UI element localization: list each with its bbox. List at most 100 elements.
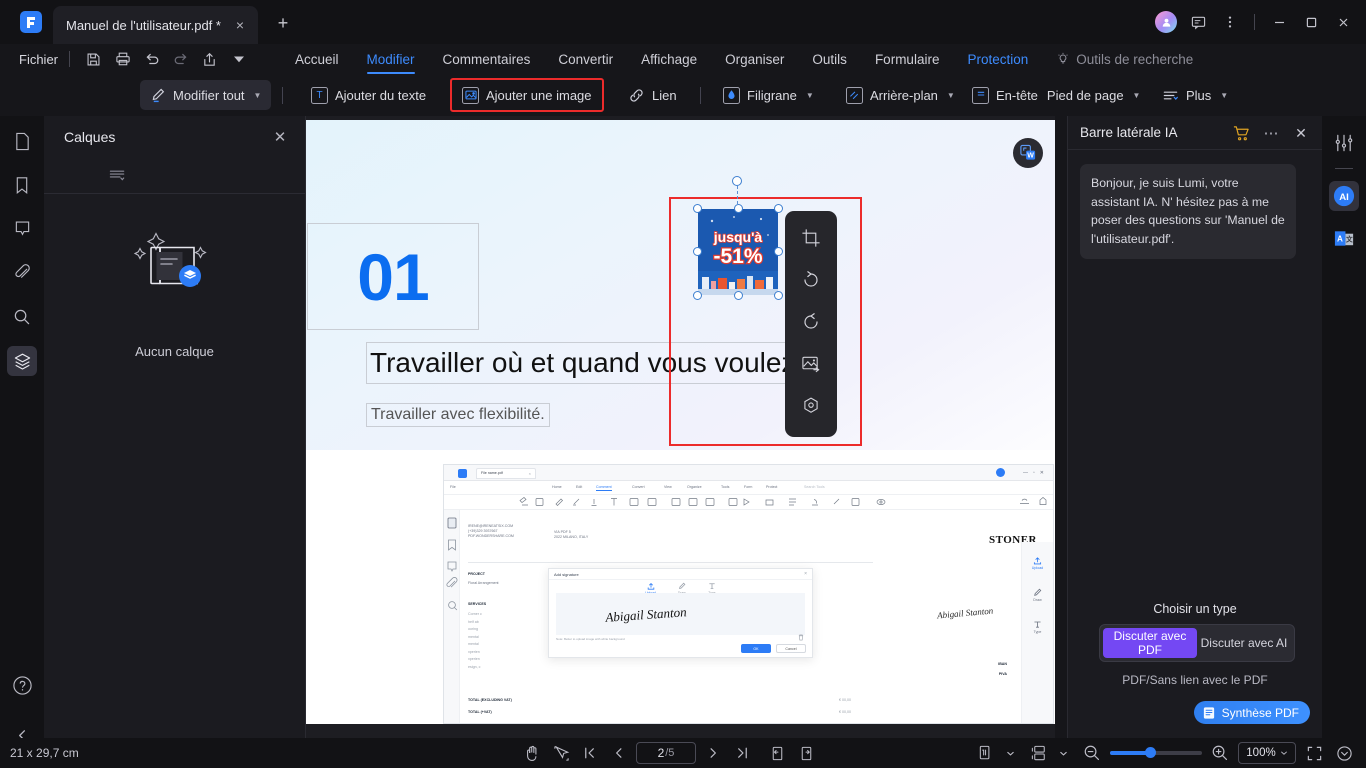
more-button[interactable]: Plus ▼ bbox=[1152, 80, 1238, 110]
ribbon-tab-protection[interactable]: Protection bbox=[953, 44, 1042, 74]
ribbon-tab-accueil[interactable]: Accueil bbox=[281, 44, 353, 74]
print-icon[interactable] bbox=[109, 46, 136, 72]
sidebar-item-thumbnails[interactable] bbox=[7, 126, 37, 156]
rotate-right-icon[interactable] bbox=[798, 309, 824, 335]
zoom-in-icon[interactable] bbox=[1208, 742, 1232, 764]
signature-canvas[interactable]: Abigail Stanton bbox=[556, 593, 805, 635]
embedded-type-tool[interactable]: Type bbox=[1033, 620, 1042, 634]
ribbon-tab-commentaires[interactable]: Commentaires bbox=[429, 44, 545, 74]
redo-icon[interactable] bbox=[167, 46, 194, 72]
ribbon-tab-affichage[interactable]: Affichage bbox=[627, 44, 711, 74]
maximize-button[interactable] bbox=[1296, 7, 1326, 37]
last-page-icon[interactable] bbox=[730, 742, 754, 764]
expand-bottom-icon[interactable] bbox=[1332, 742, 1356, 764]
add-text-button[interactable]: T Ajouter du texte bbox=[301, 80, 436, 110]
layer-options-icon[interactable] bbox=[108, 166, 128, 191]
delete-signature-icon[interactable] bbox=[798, 634, 804, 642]
ai-mode-chat-with-pdf[interactable]: Discuter avec PDF bbox=[1103, 628, 1197, 658]
resize-handle-nw[interactable] bbox=[693, 204, 702, 213]
cancel-button[interactable]: Cancel bbox=[776, 644, 806, 653]
sidebar-item-comments[interactable] bbox=[7, 214, 37, 244]
sidebar-item-search[interactable] bbox=[7, 302, 37, 332]
page-layout-icon[interactable] bbox=[1027, 742, 1051, 764]
sidebar-item-bookmarks[interactable] bbox=[7, 170, 37, 200]
replace-image-icon[interactable] bbox=[798, 351, 824, 377]
minimize-button[interactable] bbox=[1264, 7, 1294, 37]
rotation-handle[interactable] bbox=[732, 176, 742, 186]
next-view-icon[interactable] bbox=[794, 742, 818, 764]
previous-view-icon[interactable] bbox=[765, 742, 789, 764]
ai-more-icon[interactable]: ⋯ bbox=[1262, 124, 1280, 142]
previous-page-icon[interactable] bbox=[607, 742, 631, 764]
ribbon-tab-modifier[interactable]: Modifier bbox=[353, 44, 429, 74]
select-tool-icon[interactable] bbox=[549, 742, 573, 764]
zoom-slider[interactable] bbox=[1110, 747, 1202, 758]
save-icon[interactable] bbox=[80, 46, 107, 72]
image-settings-icon[interactable] bbox=[798, 393, 824, 419]
subheading-textbox[interactable]: Travailler avec flexibilité. bbox=[366, 403, 550, 427]
edit-all-button[interactable]: Modifier tout ▼ bbox=[140, 80, 272, 110]
link-button[interactable]: Lien bbox=[618, 80, 687, 110]
ribbon-tab-outils[interactable]: Outils bbox=[798, 44, 861, 74]
watermark-button[interactable]: Filigrane ▼ bbox=[713, 80, 824, 110]
page-number-textbox[interactable]: 01 bbox=[307, 223, 479, 330]
resize-handle-s[interactable] bbox=[734, 291, 743, 300]
hand-tool-icon[interactable] bbox=[520, 742, 544, 764]
chevron-down-icon[interactable] bbox=[1057, 742, 1069, 764]
resize-handle-e[interactable] bbox=[774, 247, 783, 256]
zoom-level-select[interactable]: 100% bbox=[1238, 742, 1296, 764]
document-canvas[interactable]: W 01 Travailler où et quand vous voulez … bbox=[306, 116, 1055, 738]
dropdown-icon[interactable] bbox=[225, 46, 252, 72]
resize-handle-ne[interactable] bbox=[774, 204, 783, 213]
sidebar-item-attachments[interactable] bbox=[7, 258, 37, 288]
translate-icon[interactable]: A文 bbox=[1329, 223, 1359, 253]
menu-file[interactable]: Fichier bbox=[10, 47, 67, 71]
header-footer-button[interactable]: En-tête Pied de page ▼ bbox=[962, 80, 1150, 110]
zoom-out-icon[interactable] bbox=[1080, 742, 1104, 764]
pdf-page[interactable]: W 01 Travailler où et quand vous voulez … bbox=[306, 120, 1055, 724]
page-number-input[interactable]: 2 /5 bbox=[636, 742, 696, 764]
first-page-icon[interactable] bbox=[578, 742, 602, 764]
ribbon-tab-outils-de-recherche[interactable]: Outils de recherche bbox=[1042, 44, 1207, 74]
resize-handle-se[interactable] bbox=[774, 291, 783, 300]
resize-handle-w[interactable] bbox=[693, 247, 702, 256]
zoom-slider-knob[interactable] bbox=[1144, 747, 1156, 758]
ribbon-tab-convertir[interactable]: Convertir bbox=[544, 44, 627, 74]
undo-icon[interactable] bbox=[138, 46, 165, 72]
new-tab-icon[interactable]: + bbox=[272, 12, 294, 34]
next-page-icon[interactable] bbox=[701, 742, 725, 764]
background-button[interactable]: Arrière-plan ▼ bbox=[836, 80, 965, 110]
cart-icon[interactable] bbox=[1232, 124, 1250, 142]
resize-handle-sw[interactable] bbox=[693, 291, 702, 300]
user-avatar[interactable] bbox=[1151, 7, 1181, 37]
dialog-close-icon[interactable]: × bbox=[804, 571, 807, 577]
rotate-left-icon[interactable] bbox=[798, 267, 824, 293]
summarize-pdf-button[interactable]: Synthèse PDF bbox=[1193, 701, 1310, 724]
ribbon-tab-organiser[interactable]: Organiser bbox=[711, 44, 798, 74]
properties-sliders-icon[interactable] bbox=[1329, 128, 1359, 158]
share-icon[interactable] bbox=[196, 46, 223, 72]
ribbon-tab-formulaire[interactable]: Formulaire bbox=[861, 44, 954, 74]
help-icon[interactable] bbox=[7, 670, 37, 700]
convert-to-word-icon[interactable]: W bbox=[1013, 138, 1043, 168]
feedback-icon[interactable] bbox=[1183, 7, 1213, 37]
ai-close-icon[interactable]: ✕ bbox=[1292, 124, 1310, 142]
embedded-upload-tool[interactable]: Upload bbox=[1032, 556, 1043, 570]
crop-icon[interactable] bbox=[798, 225, 824, 251]
embedded-draw-tool[interactable]: Draw bbox=[1033, 588, 1042, 602]
chevron-down-icon[interactable] bbox=[1004, 742, 1016, 764]
ai-mode-chat-with-ai[interactable]: Discuter avec AI bbox=[1197, 628, 1291, 658]
add-image-button[interactable]: Ajouter une image bbox=[450, 78, 604, 112]
more-options-icon[interactable] bbox=[1215, 7, 1245, 37]
ai-assistant-icon[interactable]: AI bbox=[1329, 181, 1359, 211]
actual-size-icon[interactable] bbox=[974, 742, 998, 764]
close-window-button[interactable] bbox=[1328, 7, 1358, 37]
close-panel-icon[interactable]: ✕ bbox=[271, 128, 289, 146]
selected-image[interactable]: jusqu'à -51% bbox=[693, 204, 783, 300]
ok-button[interactable]: OK bbox=[741, 644, 771, 653]
resize-handle-n[interactable] bbox=[734, 204, 743, 213]
fullscreen-icon[interactable] bbox=[1302, 742, 1326, 764]
sidebar-item-layers[interactable] bbox=[7, 346, 37, 376]
document-tab[interactable]: Manuel de l'utilisateur.pdf * × bbox=[53, 6, 258, 44]
close-tab-icon[interactable]: × bbox=[232, 17, 248, 33]
